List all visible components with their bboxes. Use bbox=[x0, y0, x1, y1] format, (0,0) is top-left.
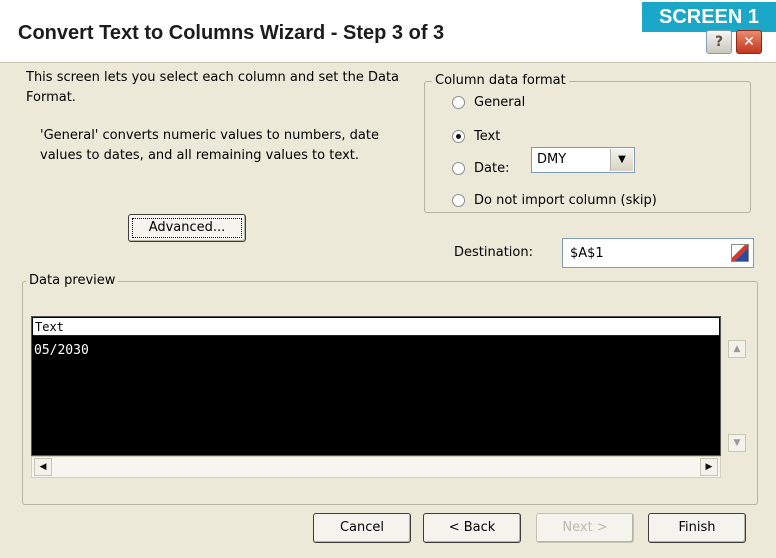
radio-text-label: Text bbox=[474, 128, 501, 144]
data-preview-label: Data preview bbox=[26, 273, 119, 288]
radio-selected-icon bbox=[452, 129, 465, 143]
preview-cell: 05/2030 bbox=[34, 343, 89, 358]
preview-column-header[interactable]: Text bbox=[33, 318, 719, 336]
horizontal-scrollbar[interactable]: ◀ ▶ bbox=[31, 456, 721, 478]
date-format-select[interactable]: DMY ▼ bbox=[531, 147, 635, 173]
help-icon: ? bbox=[714, 34, 724, 50]
destination-label: Destination: bbox=[454, 245, 533, 260]
radio-general[interactable]: General bbox=[452, 92, 525, 112]
destination-value: $A$1 bbox=[570, 246, 604, 261]
radio-general-label: General bbox=[474, 94, 526, 110]
screen-badge: SCREEN 1 bbox=[642, 2, 776, 32]
advanced-button[interactable]: Advanced... bbox=[128, 214, 246, 242]
general-format-note: 'General' converts numeric values to num… bbox=[40, 128, 379, 163]
finish-button[interactable]: Finish bbox=[648, 513, 746, 543]
date-format-value: DMY bbox=[537, 152, 567, 167]
help-button[interactable]: ? bbox=[706, 30, 732, 54]
radio-icon bbox=[452, 161, 465, 175]
vertical-scrollbar[interactable]: ▲ ▼ bbox=[725, 336, 749, 458]
scroll-left-icon[interactable]: ◀ bbox=[34, 458, 52, 476]
next-button[interactable]: Next > bbox=[536, 513, 634, 543]
close-button[interactable]: ✕ bbox=[736, 30, 762, 54]
radio-date[interactable]: Date: bbox=[452, 158, 509, 178]
radio-text[interactable]: Text bbox=[452, 126, 500, 146]
back-button[interactable]: < Back bbox=[423, 513, 521, 543]
data-preview-area[interactable] bbox=[31, 316, 721, 456]
radio-date-label: Date: bbox=[474, 160, 510, 176]
radio-icon bbox=[452, 95, 465, 109]
range-select-icon[interactable] bbox=[731, 244, 749, 262]
radio-icon bbox=[452, 193, 465, 207]
cancel-button[interactable]: Cancel bbox=[313, 513, 411, 543]
radio-skip-column[interactable]: Do not import column (skip) bbox=[452, 190, 657, 210]
radio-skip-label: Do not import column (skip) bbox=[474, 192, 657, 208]
column-data-format-label: Column data format bbox=[432, 73, 569, 88]
dialog-title: Convert Text to Columns Wizard - Step 3 … bbox=[18, 22, 445, 44]
scroll-right-icon[interactable]: ▶ bbox=[700, 458, 718, 476]
destination-input[interactable]: $A$1 bbox=[562, 238, 754, 268]
dropdown-arrow-icon[interactable]: ▼ bbox=[610, 149, 633, 171]
close-icon: ✕ bbox=[743, 34, 755, 50]
description-text: This screen lets you select each column … bbox=[26, 70, 400, 105]
scroll-up-icon[interactable]: ▲ bbox=[728, 340, 746, 358]
scroll-down-icon[interactable]: ▼ bbox=[728, 434, 746, 452]
